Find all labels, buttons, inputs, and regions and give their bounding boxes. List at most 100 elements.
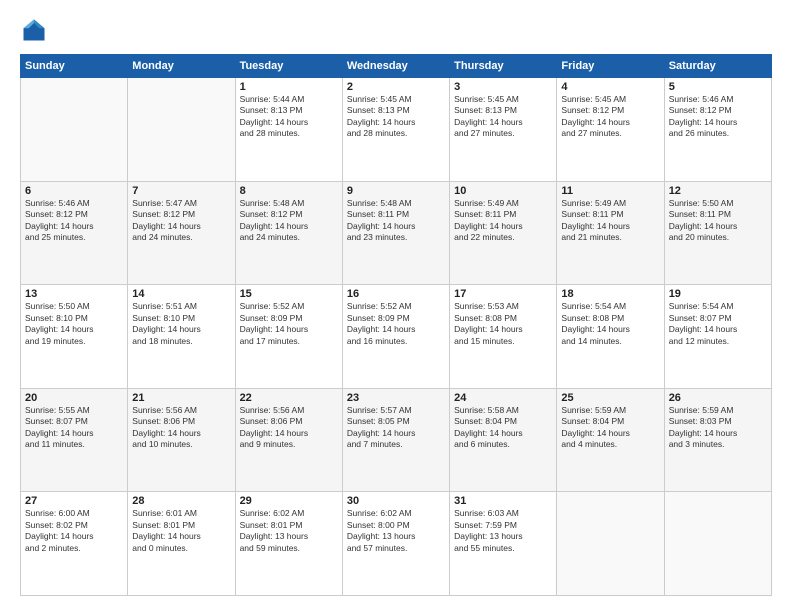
calendar-cell: 8Sunrise: 5:48 AM Sunset: 8:12 PM Daylig…: [235, 181, 342, 285]
week-row-5: 27Sunrise: 6:00 AM Sunset: 8:02 PM Dayli…: [21, 492, 772, 596]
day-info: Sunrise: 6:02 AM Sunset: 8:00 PM Dayligh…: [347, 508, 445, 554]
calendar-cell: 5Sunrise: 5:46 AM Sunset: 8:12 PM Daylig…: [664, 78, 771, 182]
calendar-cell: 22Sunrise: 5:56 AM Sunset: 8:06 PM Dayli…: [235, 388, 342, 492]
calendar-cell: 7Sunrise: 5:47 AM Sunset: 8:12 PM Daylig…: [128, 181, 235, 285]
calendar-cell: 4Sunrise: 5:45 AM Sunset: 8:12 PM Daylig…: [557, 78, 664, 182]
day-info: Sunrise: 5:54 AM Sunset: 8:07 PM Dayligh…: [669, 301, 767, 347]
day-info: Sunrise: 5:56 AM Sunset: 8:06 PM Dayligh…: [132, 405, 230, 451]
calendar-cell: 12Sunrise: 5:50 AM Sunset: 8:11 PM Dayli…: [664, 181, 771, 285]
weekday-header-tuesday: Tuesday: [235, 55, 342, 78]
week-row-3: 13Sunrise: 5:50 AM Sunset: 8:10 PM Dayli…: [21, 285, 772, 389]
page: SundayMondayTuesdayWednesdayThursdayFrid…: [0, 0, 792, 612]
calendar-header: SundayMondayTuesdayWednesdayThursdayFrid…: [21, 55, 772, 78]
day-info: Sunrise: 5:52 AM Sunset: 8:09 PM Dayligh…: [347, 301, 445, 347]
calendar-cell: 21Sunrise: 5:56 AM Sunset: 8:06 PM Dayli…: [128, 388, 235, 492]
calendar-cell: 16Sunrise: 5:52 AM Sunset: 8:09 PM Dayli…: [342, 285, 449, 389]
calendar-cell: 18Sunrise: 5:54 AM Sunset: 8:08 PM Dayli…: [557, 285, 664, 389]
calendar-cell: 1Sunrise: 5:44 AM Sunset: 8:13 PM Daylig…: [235, 78, 342, 182]
day-number: 11: [561, 185, 659, 197]
day-number: 19: [669, 288, 767, 300]
calendar-cell: 13Sunrise: 5:50 AM Sunset: 8:10 PM Dayli…: [21, 285, 128, 389]
day-number: 18: [561, 288, 659, 300]
day-info: Sunrise: 5:50 AM Sunset: 8:11 PM Dayligh…: [669, 198, 767, 244]
weekday-header-saturday: Saturday: [664, 55, 771, 78]
day-info: Sunrise: 5:46 AM Sunset: 8:12 PM Dayligh…: [669, 94, 767, 140]
day-number: 4: [561, 81, 659, 93]
calendar-cell: 20Sunrise: 5:55 AM Sunset: 8:07 PM Dayli…: [21, 388, 128, 492]
day-number: 1: [240, 81, 338, 93]
day-number: 30: [347, 495, 445, 507]
weekday-header-monday: Monday: [128, 55, 235, 78]
calendar-cell: [664, 492, 771, 596]
day-info: Sunrise: 5:56 AM Sunset: 8:06 PM Dayligh…: [240, 405, 338, 451]
day-number: 31: [454, 495, 552, 507]
calendar-cell: 29Sunrise: 6:02 AM Sunset: 8:01 PM Dayli…: [235, 492, 342, 596]
week-row-4: 20Sunrise: 5:55 AM Sunset: 8:07 PM Dayli…: [21, 388, 772, 492]
day-number: 20: [25, 392, 123, 404]
day-number: 26: [669, 392, 767, 404]
calendar-cell: 26Sunrise: 5:59 AM Sunset: 8:03 PM Dayli…: [664, 388, 771, 492]
day-info: Sunrise: 5:45 AM Sunset: 8:13 PM Dayligh…: [454, 94, 552, 140]
day-number: 5: [669, 81, 767, 93]
calendar-cell: 11Sunrise: 5:49 AM Sunset: 8:11 PM Dayli…: [557, 181, 664, 285]
day-info: Sunrise: 5:46 AM Sunset: 8:12 PM Dayligh…: [25, 198, 123, 244]
calendar-cell: 9Sunrise: 5:48 AM Sunset: 8:11 PM Daylig…: [342, 181, 449, 285]
calendar-cell: [557, 492, 664, 596]
calendar-cell: 23Sunrise: 5:57 AM Sunset: 8:05 PM Dayli…: [342, 388, 449, 492]
day-number: 15: [240, 288, 338, 300]
calendar-cell: 6Sunrise: 5:46 AM Sunset: 8:12 PM Daylig…: [21, 181, 128, 285]
calendar-table: SundayMondayTuesdayWednesdayThursdayFrid…: [20, 54, 772, 596]
day-number: 17: [454, 288, 552, 300]
calendar-cell: 2Sunrise: 5:45 AM Sunset: 8:13 PM Daylig…: [342, 78, 449, 182]
day-info: Sunrise: 5:51 AM Sunset: 8:10 PM Dayligh…: [132, 301, 230, 347]
day-info: Sunrise: 5:48 AM Sunset: 8:11 PM Dayligh…: [347, 198, 445, 244]
day-number: 13: [25, 288, 123, 300]
calendar-body: 1Sunrise: 5:44 AM Sunset: 8:13 PM Daylig…: [21, 78, 772, 596]
calendar-cell: 14Sunrise: 5:51 AM Sunset: 8:10 PM Dayli…: [128, 285, 235, 389]
day-info: Sunrise: 5:52 AM Sunset: 8:09 PM Dayligh…: [240, 301, 338, 347]
day-number: 12: [669, 185, 767, 197]
day-number: 14: [132, 288, 230, 300]
calendar-cell: 25Sunrise: 5:59 AM Sunset: 8:04 PM Dayli…: [557, 388, 664, 492]
calendar-cell: 15Sunrise: 5:52 AM Sunset: 8:09 PM Dayli…: [235, 285, 342, 389]
day-number: 29: [240, 495, 338, 507]
day-info: Sunrise: 5:50 AM Sunset: 8:10 PM Dayligh…: [25, 301, 123, 347]
day-number: 25: [561, 392, 659, 404]
calendar-cell: 10Sunrise: 5:49 AM Sunset: 8:11 PM Dayli…: [450, 181, 557, 285]
day-info: Sunrise: 5:59 AM Sunset: 8:03 PM Dayligh…: [669, 405, 767, 451]
calendar-cell: 24Sunrise: 5:58 AM Sunset: 8:04 PM Dayli…: [450, 388, 557, 492]
day-number: 7: [132, 185, 230, 197]
week-row-2: 6Sunrise: 5:46 AM Sunset: 8:12 PM Daylig…: [21, 181, 772, 285]
calendar-cell: 3Sunrise: 5:45 AM Sunset: 8:13 PM Daylig…: [450, 78, 557, 182]
day-number: 3: [454, 81, 552, 93]
day-number: 8: [240, 185, 338, 197]
day-number: 27: [25, 495, 123, 507]
day-info: Sunrise: 5:49 AM Sunset: 8:11 PM Dayligh…: [454, 198, 552, 244]
logo: [20, 16, 52, 44]
day-number: 2: [347, 81, 445, 93]
day-info: Sunrise: 6:00 AM Sunset: 8:02 PM Dayligh…: [25, 508, 123, 554]
calendar-cell: [21, 78, 128, 182]
weekday-header-sunday: Sunday: [21, 55, 128, 78]
weekday-row: SundayMondayTuesdayWednesdayThursdayFrid…: [21, 55, 772, 78]
day-info: Sunrise: 6:01 AM Sunset: 8:01 PM Dayligh…: [132, 508, 230, 554]
day-number: 10: [454, 185, 552, 197]
day-info: Sunrise: 5:48 AM Sunset: 8:12 PM Dayligh…: [240, 198, 338, 244]
day-number: 6: [25, 185, 123, 197]
day-info: Sunrise: 5:58 AM Sunset: 8:04 PM Dayligh…: [454, 405, 552, 451]
day-info: Sunrise: 5:55 AM Sunset: 8:07 PM Dayligh…: [25, 405, 123, 451]
calendar-cell: 31Sunrise: 6:03 AM Sunset: 7:59 PM Dayli…: [450, 492, 557, 596]
calendar-cell: 17Sunrise: 5:53 AM Sunset: 8:08 PM Dayli…: [450, 285, 557, 389]
day-info: Sunrise: 5:49 AM Sunset: 8:11 PM Dayligh…: [561, 198, 659, 244]
weekday-header-thursday: Thursday: [450, 55, 557, 78]
calendar-cell: 28Sunrise: 6:01 AM Sunset: 8:01 PM Dayli…: [128, 492, 235, 596]
day-info: Sunrise: 5:53 AM Sunset: 8:08 PM Dayligh…: [454, 301, 552, 347]
weekday-header-friday: Friday: [557, 55, 664, 78]
day-info: Sunrise: 5:45 AM Sunset: 8:13 PM Dayligh…: [347, 94, 445, 140]
day-number: 22: [240, 392, 338, 404]
calendar-cell: 30Sunrise: 6:02 AM Sunset: 8:00 PM Dayli…: [342, 492, 449, 596]
calendar-cell: [128, 78, 235, 182]
day-info: Sunrise: 5:47 AM Sunset: 8:12 PM Dayligh…: [132, 198, 230, 244]
day-number: 9: [347, 185, 445, 197]
day-number: 28: [132, 495, 230, 507]
